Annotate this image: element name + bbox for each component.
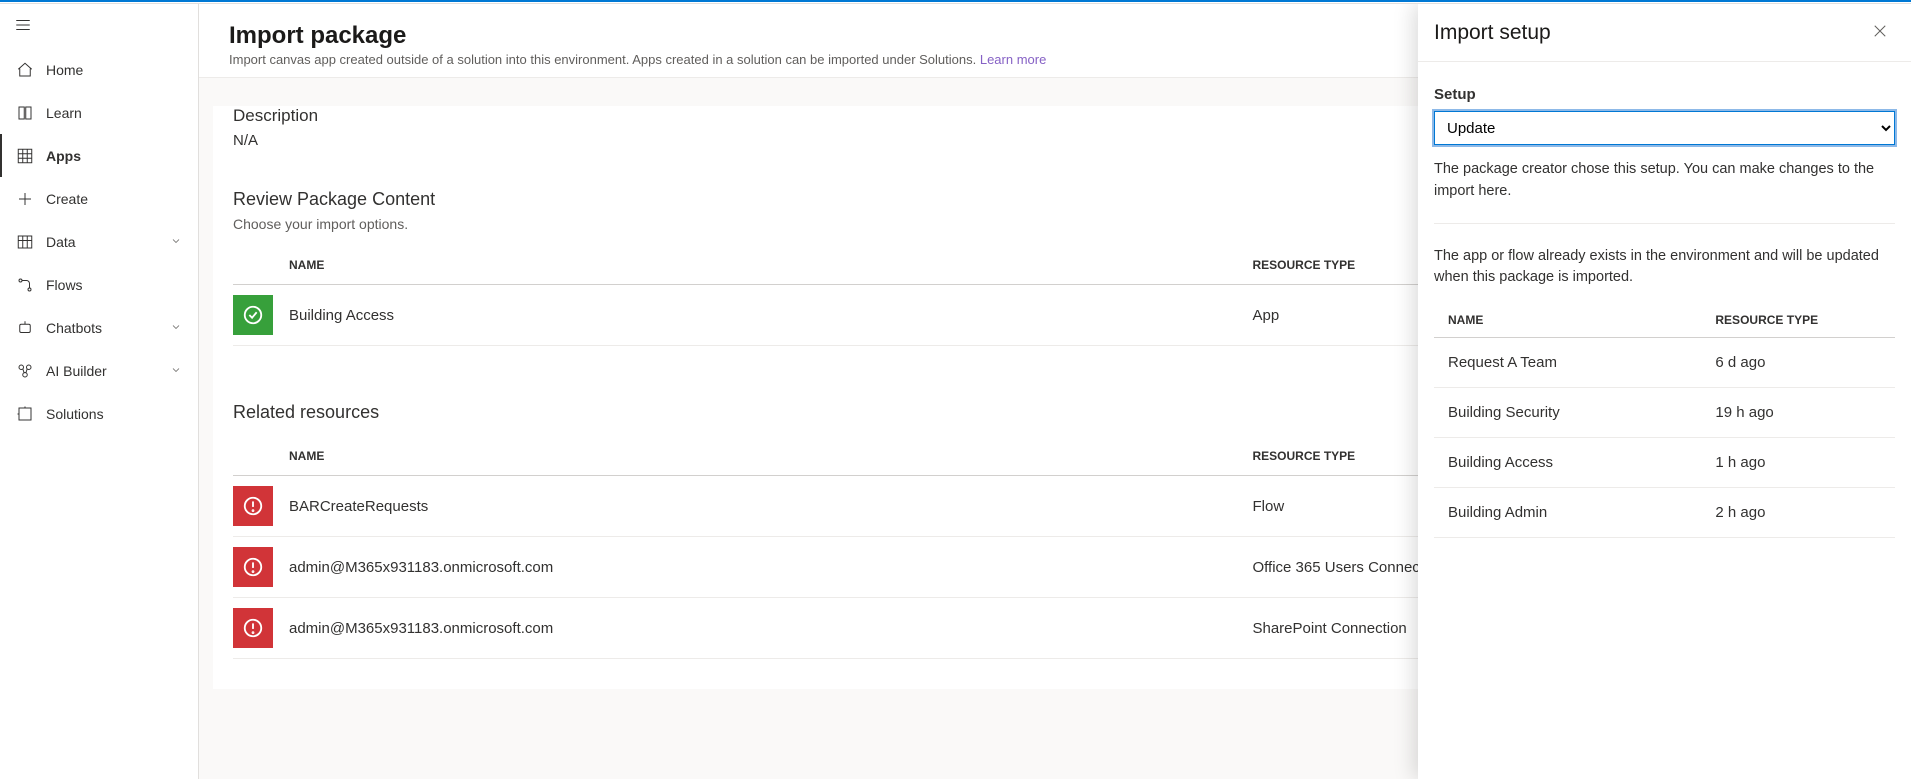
nav-label: Create [46, 191, 198, 207]
setup-info-text: The app or flow already exists in the en… [1434, 246, 1895, 290]
chevron-down-icon [170, 234, 182, 250]
nav-label: Home [46, 62, 198, 78]
left-nav: Home Learn Apps Create Data Flows Chatbo… [0, 4, 199, 779]
table-row[interactable]: Building Admin 2 h ago [1434, 488, 1895, 538]
resource-name: Request A Team [1434, 338, 1701, 388]
nav-item-chatbots[interactable]: Chatbots [0, 306, 198, 349]
nav-label: Learn [46, 105, 198, 121]
error-icon [233, 547, 273, 587]
success-icon [233, 295, 273, 335]
resource-age: 6 d ago [1701, 338, 1895, 388]
setup-help-text: The package creator chose this setup. Yo… [1434, 159, 1895, 203]
nav-item-ai-builder[interactable]: AI Builder [0, 349, 198, 392]
col-name: NAME [1434, 303, 1701, 338]
table-row[interactable]: Request A Team 6 d ago [1434, 338, 1895, 388]
panel-title: Import setup [1434, 21, 1551, 45]
nav-item-learn[interactable]: Learn [0, 91, 198, 134]
nav-item-home[interactable]: Home [0, 48, 198, 91]
grid-icon [14, 147, 36, 165]
nav-label: Chatbots [46, 320, 170, 336]
book-icon [14, 104, 36, 122]
nav-label: AI Builder [46, 363, 170, 379]
col-name: NAME [281, 246, 1244, 285]
nav-label: Solutions [46, 406, 198, 422]
resource-name: BARCreateRequests [281, 476, 1244, 537]
nav-label: Flows [46, 277, 198, 293]
bot-icon [14, 319, 36, 337]
setup-dropdown[interactable]: Update [1434, 111, 1895, 145]
col-name: NAME [281, 437, 1244, 476]
resource-age: 2 h ago [1701, 488, 1895, 538]
resource-age: 1 h ago [1701, 438, 1895, 488]
main-area: Import package Import canvas app created… [199, 4, 1911, 779]
puzzle-icon [14, 405, 36, 423]
home-icon [14, 61, 36, 79]
resource-name: admin@M365x931183.onmicrosoft.com [281, 537, 1244, 598]
nav-item-apps[interactable]: Apps [0, 134, 198, 177]
col-type: RESOURCE TYPE [1701, 303, 1895, 338]
table-icon [14, 233, 36, 251]
resource-name: Building Security [1434, 388, 1701, 438]
resource-age: 19 h ago [1701, 388, 1895, 438]
table-row[interactable]: Building Security 19 h ago [1434, 388, 1895, 438]
chevron-down-icon [170, 363, 182, 379]
nav-label: Data [46, 234, 170, 250]
import-setup-panel: Import setup Setup Update The package cr… [1418, 4, 1911, 779]
table-row[interactable]: Building Access 1 h ago [1434, 438, 1895, 488]
plus-icon [14, 190, 36, 208]
flow-icon [14, 276, 36, 294]
error-icon [233, 608, 273, 648]
setup-label: Setup [1434, 86, 1895, 103]
chevron-down-icon [170, 320, 182, 336]
resource-name: admin@M365x931183.onmicrosoft.com [281, 598, 1244, 659]
nav-item-flows[interactable]: Flows [0, 263, 198, 306]
existing-resources-table: NAME RESOURCE TYPE Request A Team 6 d ag… [1434, 303, 1895, 538]
nav-item-solutions[interactable]: Solutions [0, 392, 198, 435]
learn-more-link[interactable]: Learn more [980, 52, 1046, 67]
nav-item-data[interactable]: Data [0, 220, 198, 263]
close-icon[interactable] [1865, 16, 1895, 49]
resource-name: Building Access [281, 285, 1244, 346]
error-icon [233, 486, 273, 526]
hamburger-icon[interactable] [14, 16, 32, 37]
ai-icon [14, 362, 36, 380]
resource-name: Building Admin [1434, 488, 1701, 538]
resource-name: Building Access [1434, 438, 1701, 488]
nav-item-create[interactable]: Create [0, 177, 198, 220]
nav-label: Apps [46, 148, 198, 164]
